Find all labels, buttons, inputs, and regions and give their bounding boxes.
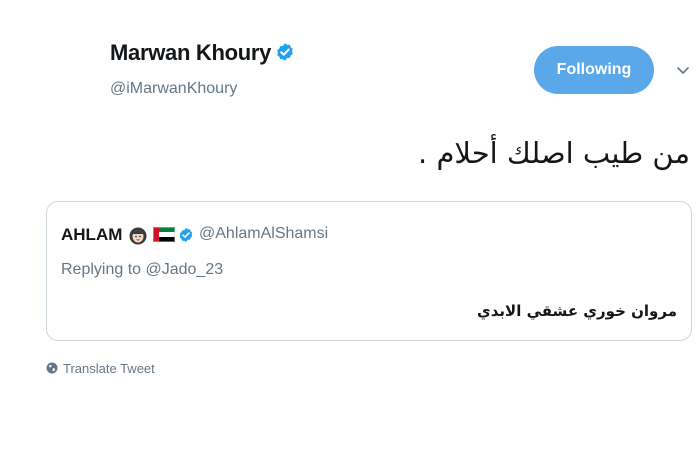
uae-flag-icon: [153, 227, 175, 242]
replying-to-label: Replying to @Jado_23: [61, 261, 224, 278]
woman-emoji-icon: [129, 227, 147, 245]
quoted-tweet-text: مروان خوري عشقي الابدي: [477, 302, 677, 320]
translate-tweet-link[interactable]: Translate Tweet: [46, 360, 155, 376]
tweet-text: من طيب اصلك أحلام .: [418, 136, 690, 170]
quoted-author-name: AHLAM: [61, 225, 123, 244]
globe-icon: [46, 362, 58, 374]
verified-badge-icon: [179, 228, 193, 242]
verified-badge-icon: [277, 43, 293, 61]
quoted-author-handle: @AhlamAlShamsi: [199, 225, 329, 242]
author-handle[interactable]: @iMarwanKhoury: [110, 80, 237, 98]
following-button[interactable]: Following: [534, 46, 654, 94]
author-name[interactable]: Marwan Khoury: [110, 40, 271, 66]
chevron-down-icon[interactable]: [676, 66, 690, 76]
quoted-tweet-card[interactable]: AHLAM @AhlamAlShamsi Replying to @Jado_2…: [46, 201, 692, 341]
translate-tweet-label: Translate Tweet: [63, 360, 155, 376]
